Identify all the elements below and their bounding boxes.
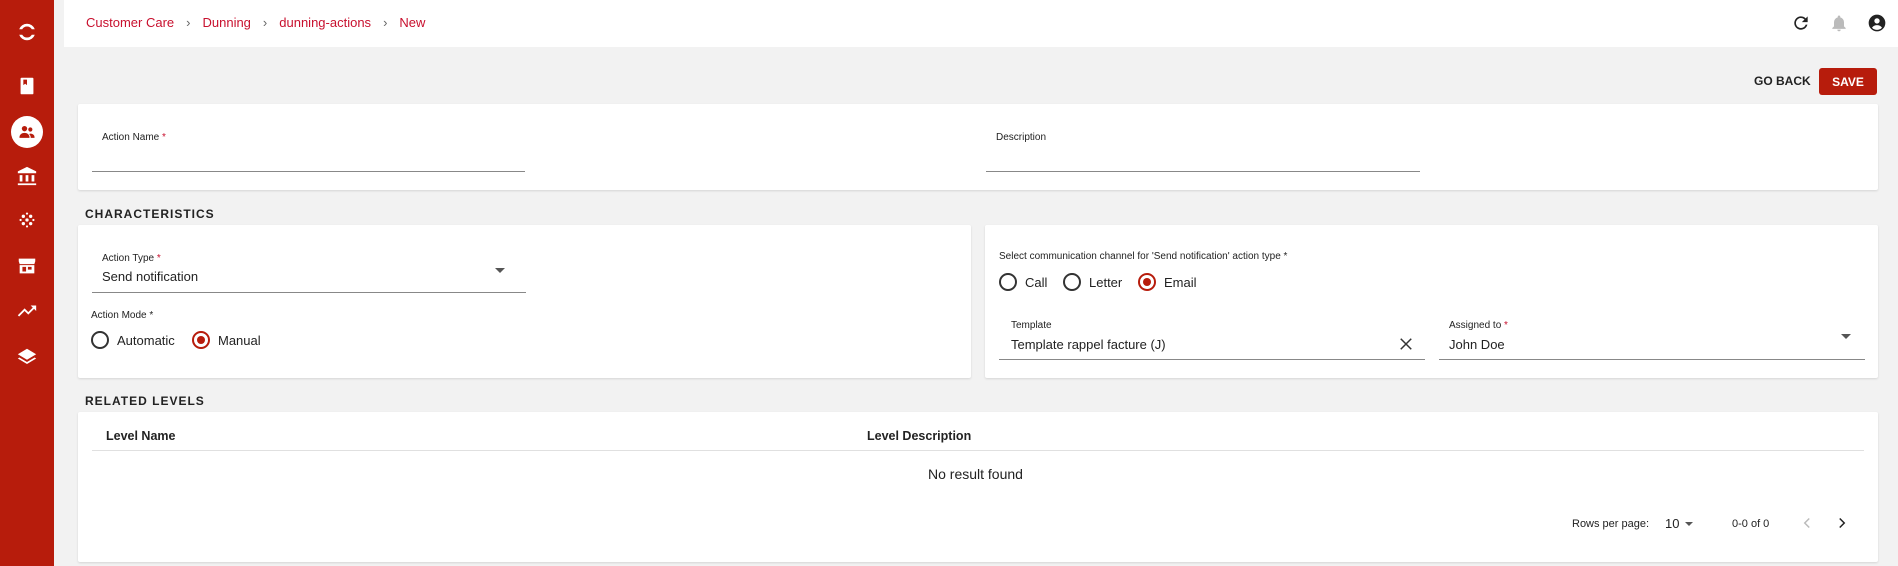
action-mode-label: Action Mode * xyxy=(91,310,154,321)
action-name-underline xyxy=(92,171,525,172)
action-name-input[interactable] xyxy=(92,148,525,168)
action-type-underline xyxy=(92,292,526,293)
characteristics-title: CHARACTERISTICS xyxy=(85,207,215,221)
bell-icon[interactable] xyxy=(1828,12,1850,34)
description-underline xyxy=(986,171,1420,172)
template-input[interactable]: Template rappel facture (J) xyxy=(1011,337,1166,352)
bank-icon[interactable] xyxy=(13,162,41,190)
chevron-down-icon[interactable] xyxy=(1841,334,1851,339)
action-name-label: Action Name * xyxy=(102,132,166,143)
chevron-down-icon xyxy=(1685,521,1694,526)
column-level-name[interactable]: Level Name xyxy=(106,429,175,443)
chevron-right-icon: › xyxy=(383,15,388,30)
communication-card: Select communication channel for 'Send n… xyxy=(985,225,1878,378)
breadcrumb-customer-care[interactable]: Customer Care xyxy=(86,15,174,30)
radio-automatic-label: Automatic xyxy=(117,332,175,348)
empty-state-text: No result found xyxy=(928,466,1023,482)
account-icon[interactable] xyxy=(1866,12,1888,34)
radio-circle[interactable] xyxy=(91,331,109,349)
radio-call[interactable]: Call xyxy=(999,273,1047,291)
prev-page-icon[interactable] xyxy=(1798,514,1816,532)
general-card: Action Name * Description xyxy=(78,104,1878,190)
radio-circle[interactable] xyxy=(1138,273,1156,291)
channel-label: Select communication channel for 'Send n… xyxy=(999,251,1288,262)
breadcrumb: Customer Care › Dunning › dunning-action… xyxy=(86,15,425,30)
radio-circle[interactable] xyxy=(1063,273,1081,291)
trending-icon[interactable] xyxy=(13,297,41,325)
breadcrumb-new: New xyxy=(399,15,426,30)
assigned-to-label: Assigned to * xyxy=(1449,320,1508,331)
refresh-icon[interactable] xyxy=(1790,12,1812,34)
store-icon[interactable] xyxy=(13,252,41,280)
clear-icon[interactable] xyxy=(1397,335,1415,353)
radio-letter-label: Letter xyxy=(1089,274,1123,290)
customers-icon[interactable] xyxy=(11,116,43,148)
assigned-to-underline xyxy=(1439,359,1865,360)
template-underline xyxy=(999,359,1425,360)
breadcrumb-dunning[interactable]: Dunning xyxy=(202,15,250,30)
breadcrumb-dunning-actions[interactable]: dunning-actions xyxy=(279,15,371,30)
radio-automatic[interactable]: Automatic xyxy=(91,331,175,349)
action-type-label: Action Type * xyxy=(102,253,161,264)
sidebar xyxy=(0,0,54,566)
radio-letter[interactable]: Letter xyxy=(1063,273,1122,291)
related-levels-card: Level Name Level Description No result f… xyxy=(78,412,1878,562)
rows-per-page-value: 10 xyxy=(1665,516,1680,531)
assigned-to-select[interactable]: John Doe xyxy=(1449,337,1505,352)
radio-manual-label: Manual xyxy=(218,332,261,348)
rows-per-page-label: Rows per page: xyxy=(1572,518,1650,530)
go-back-button[interactable]: GO BACK xyxy=(1754,74,1811,88)
chevron-right-icon: › xyxy=(262,15,268,30)
radio-email[interactable]: Email xyxy=(1138,273,1197,291)
radio-email-label: Email xyxy=(1164,274,1197,290)
action-type-card: Action Type * Send notification Action M… xyxy=(78,225,971,378)
description-label: Description xyxy=(996,132,1047,143)
related-levels-title: RELATED LEVELS xyxy=(85,394,205,408)
radio-circle[interactable] xyxy=(192,331,210,349)
save-button[interactable]: SAVE xyxy=(1819,68,1877,95)
radio-manual[interactable]: Manual xyxy=(192,331,261,349)
top-header: Customer Care › Dunning › dunning-action… xyxy=(64,0,1898,47)
template-label: Template xyxy=(1011,320,1052,331)
layers-icon[interactable] xyxy=(13,343,41,371)
rows-per-page-select[interactable]: 10 xyxy=(1665,516,1694,531)
dots-icon[interactable] xyxy=(13,206,41,234)
chevron-right-icon: › xyxy=(186,15,191,30)
chevron-down-icon[interactable] xyxy=(495,268,505,273)
action-type-select[interactable]: Send notification xyxy=(102,269,198,284)
logo-icon[interactable] xyxy=(13,18,41,46)
radio-circle[interactable] xyxy=(999,273,1017,291)
table-header-divider xyxy=(92,450,1864,451)
book-icon[interactable] xyxy=(13,72,41,100)
radio-call-label: Call xyxy=(1025,274,1048,290)
description-input[interactable] xyxy=(986,148,1420,168)
pagination-range: 0-0 of 0 xyxy=(1732,518,1770,530)
next-page-icon[interactable] xyxy=(1833,514,1851,532)
column-level-description[interactable]: Level Description xyxy=(867,429,971,443)
